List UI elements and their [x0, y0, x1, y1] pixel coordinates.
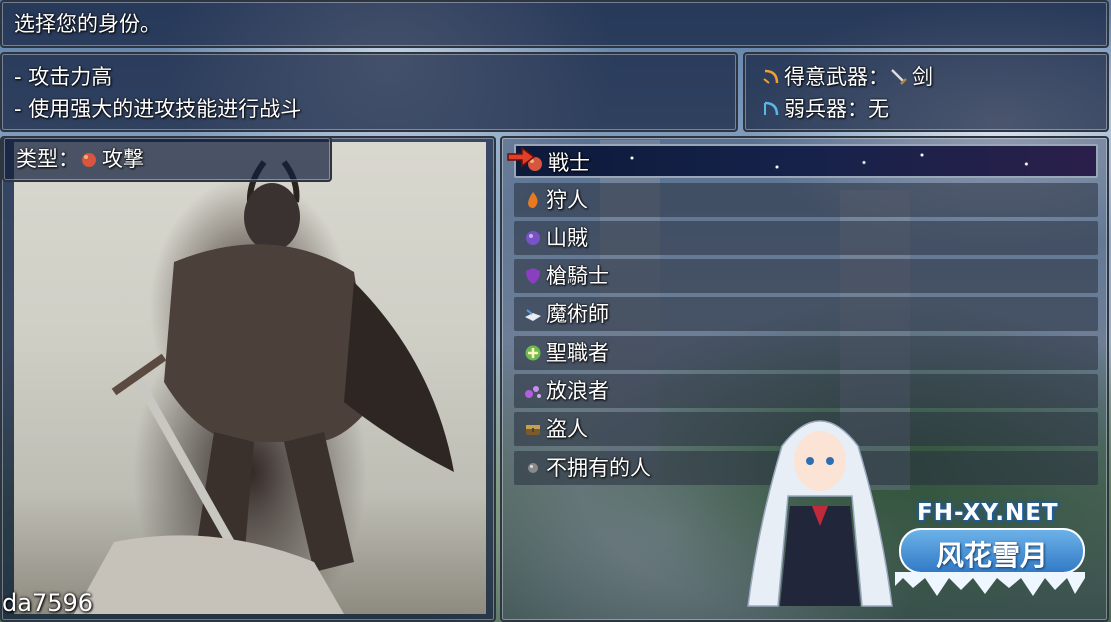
- class-option-lancer[interactable]: 槍騎士: [514, 259, 1098, 293]
- cross-orb-icon: [525, 345, 541, 361]
- purple-orb-icon: [526, 231, 540, 245]
- book-icon: [525, 309, 541, 321]
- class-option-label: 狩人: [546, 188, 588, 212]
- watermark-user: da7596: [2, 589, 94, 617]
- weak-weapon-row: 弱兵器：无: [761, 96, 889, 122]
- class-option-label: 盗人: [546, 417, 588, 441]
- icicles-decoration: [895, 572, 1085, 596]
- class-option-label: 聖職者: [546, 341, 609, 365]
- class-option-label: 戦士: [548, 151, 590, 175]
- sword-icon: [891, 69, 907, 85]
- flame-icon: [528, 192, 538, 208]
- description-line: - 攻击力高: [14, 65, 113, 89]
- type-row: 类型： 攻撃: [16, 146, 144, 172]
- selection-cursor-icon: [507, 146, 536, 168]
- favored-weapon-value: 剑: [912, 65, 933, 89]
- watermark-badge: 风花雪月: [899, 528, 1085, 574]
- weak-weapon-label: 弱兵器：: [784, 97, 868, 121]
- type-window: 类型： 攻撃: [2, 136, 332, 182]
- weapons-window: 得意武器： 剑 弱兵器：无: [743, 52, 1109, 132]
- watermark-logo: FH-XY.NET 风花雪月: [895, 498, 1085, 598]
- fist-icon: [82, 153, 96, 167]
- watermark-brand: 风花雪月: [935, 539, 1048, 572]
- watermark-mascot: [742, 406, 898, 616]
- class-option-wanderer[interactable]: 放浪者: [514, 374, 1098, 408]
- favored-weapon-row: 得意武器： 剑: [761, 64, 933, 90]
- class-option-bandit[interactable]: 山賊: [514, 221, 1098, 255]
- description-line: - 使用强大的进攻技能进行战斗: [14, 97, 302, 121]
- gray-orb-icon: [528, 463, 538, 473]
- warrior-figure: [74, 160, 454, 614]
- class-option-mage[interactable]: 魔術師: [514, 297, 1098, 331]
- type-label: 类型：: [16, 147, 79, 171]
- class-option-label: 不拥有的人: [546, 456, 651, 480]
- favored-weapon-label: 得意武器：: [784, 65, 889, 89]
- class-option-label: 魔術師: [546, 302, 609, 326]
- weak-bow-icon: [764, 101, 779, 116]
- class-option-hunter[interactable]: 狩人: [514, 183, 1098, 217]
- bow-icon: [763, 69, 779, 84]
- class-option-label: 槍騎士: [546, 264, 609, 288]
- prompt-window: 选择您的身份。: [0, 0, 1109, 48]
- class-portrait-image: [14, 142, 486, 614]
- description-window: - 攻击力高 - 使用强大的进攻技能进行战斗: [0, 52, 738, 132]
- bubbles-icon: [525, 386, 541, 398]
- class-option-warrior[interactable]: 戦士: [514, 144, 1098, 178]
- class-option-label: 山賊: [546, 226, 588, 250]
- class-option-priest[interactable]: 聖職者: [514, 336, 1098, 370]
- shield-icon: [526, 268, 540, 284]
- mascot-illustration: [747, 420, 893, 607]
- weak-weapon-value: 无: [868, 97, 889, 121]
- prompt-text: 选择您的身份。: [14, 12, 161, 36]
- watermark-site: FH-XY.NET: [917, 500, 1059, 526]
- class-option-label: 放浪者: [546, 379, 609, 403]
- chest-icon: [526, 425, 540, 435]
- type-value: 攻撃: [102, 147, 144, 171]
